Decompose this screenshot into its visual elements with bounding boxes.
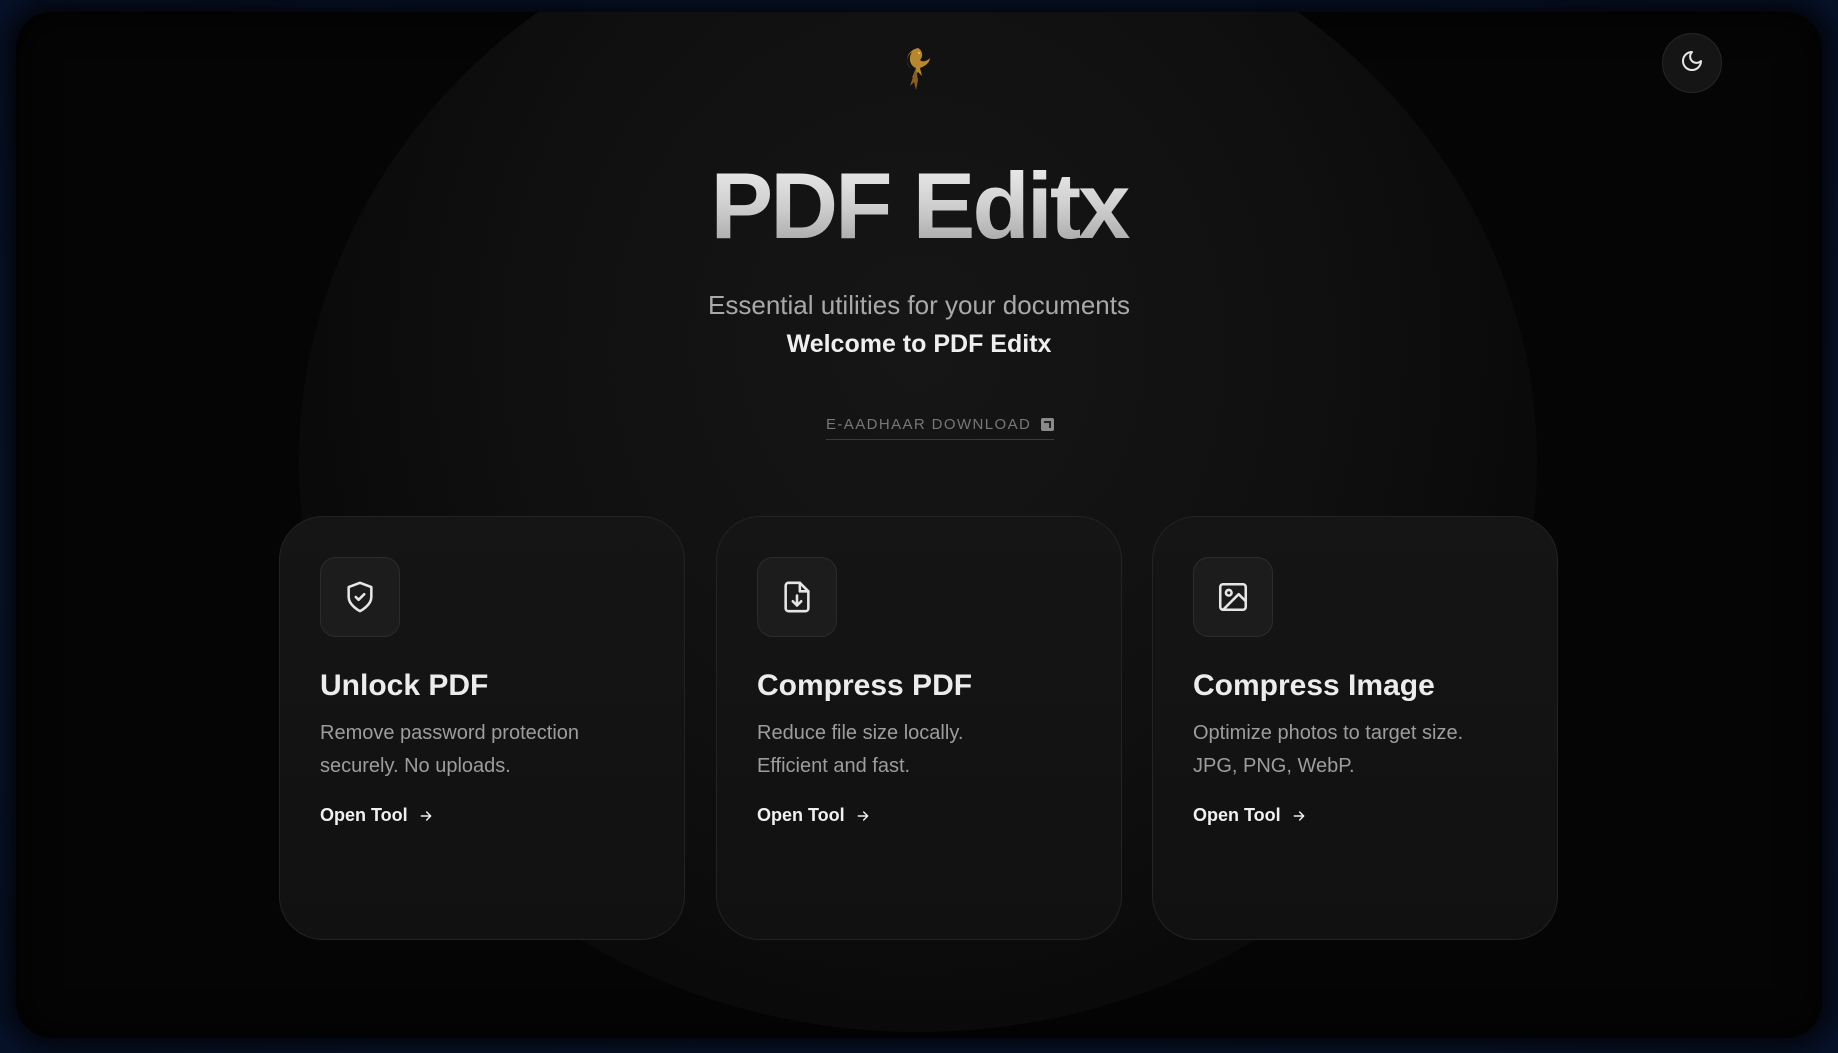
e-aadhaar-download-label: E-AADHAAR DOWNLOAD xyxy=(826,415,1032,433)
open-tool-label: Open Tool xyxy=(320,805,408,825)
card-description-line: Remove password protection xyxy=(320,722,580,744)
tool-card-unlock-pdf[interactable]: Unlock PDF Remove password protection se… xyxy=(279,516,685,940)
page-subtitle: Essential utilities for your documents xyxy=(708,290,1130,320)
card-description-line: Optimize photos to target size. xyxy=(1193,722,1464,744)
tool-card-compress-pdf[interactable]: Compress PDF Reduce file size locally. E… xyxy=(716,516,1122,940)
open-tool-label: Open Tool xyxy=(757,805,845,825)
card-description-line: Efficient and fast. xyxy=(757,755,911,777)
card-description-line: securely. No uploads. xyxy=(320,755,511,777)
open-tool-label: Open Tool xyxy=(1193,805,1281,825)
card-description: Reduce file size locally. Efficient and … xyxy=(757,717,1057,783)
arrow-right-icon xyxy=(1291,808,1307,824)
arrow-right-icon xyxy=(855,808,871,824)
arrow-right-icon xyxy=(418,808,434,824)
card-title: Compress Image xyxy=(1193,669,1435,702)
e-aadhaar-download-link[interactable]: E-AADHAAR DOWNLOAD xyxy=(826,412,1055,440)
card-title: Compress PDF xyxy=(757,669,973,702)
external-link-icon xyxy=(1041,417,1055,431)
shield-check-icon xyxy=(320,557,400,637)
page-title: PDF Editx xyxy=(16,152,1822,260)
screen-frame: PDF Editx Essential utilities for your d… xyxy=(0,0,1838,1053)
open-tool-link[interactable]: Open Tool xyxy=(757,805,871,826)
card-description-line: JPG, PNG, WebP. xyxy=(1193,755,1355,777)
moon-icon xyxy=(1680,49,1704,78)
app-window: PDF Editx Essential utilities for your d… xyxy=(16,12,1822,1038)
image-icon xyxy=(1193,557,1273,637)
welcome-text: Welcome to PDF Editx xyxy=(786,330,1052,358)
theme-toggle-button[interactable] xyxy=(1662,33,1722,93)
card-title: Unlock PDF xyxy=(320,669,489,702)
open-tool-link[interactable]: Open Tool xyxy=(320,805,434,826)
file-download-icon xyxy=(757,557,837,637)
card-description: Optimize photos to target size. JPG, PNG… xyxy=(1193,717,1493,783)
card-description-line: Reduce file size locally. xyxy=(757,722,964,744)
card-description: Remove password protection securely. No … xyxy=(320,717,620,783)
phoenix-bird-logo xyxy=(888,42,944,98)
tool-card-compress-image[interactable]: Compress Image Optimize photos to target… xyxy=(1152,516,1558,940)
open-tool-link[interactable]: Open Tool xyxy=(1193,805,1307,826)
